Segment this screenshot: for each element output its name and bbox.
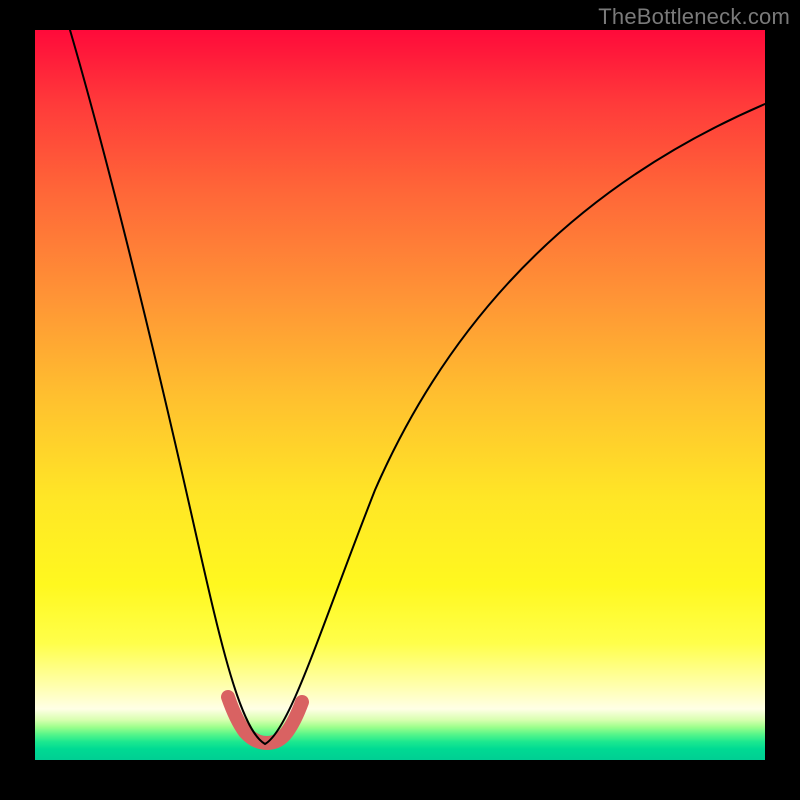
chart-frame: TheBottleneck.com bbox=[0, 0, 800, 800]
bottleneck-curve bbox=[70, 30, 765, 744]
plot-area bbox=[35, 30, 765, 760]
curve-layer bbox=[35, 30, 765, 760]
watermark-text: TheBottleneck.com bbox=[598, 4, 790, 30]
